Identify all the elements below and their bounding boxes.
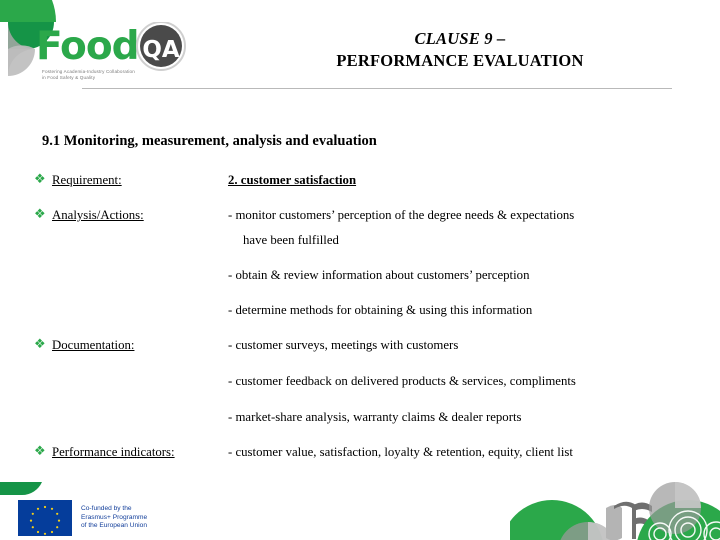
slide-title: CLAUSE 9 – PERFORMANCE EVALUATION: [240, 28, 680, 72]
slide-content: 9.1 Monitoring, measurement, analysis an…: [0, 96, 720, 459]
header-divider-rule: [82, 88, 672, 89]
logo-tagline-line-2: in Food Safety & Quality: [42, 75, 96, 81]
foodqa-logo-wordmark: Food QA: [36, 22, 186, 71]
row-value: - customer feedback on delivered product…: [228, 374, 576, 388]
slide-footer: Co-funded by the Erasmus+ Programme of t…: [0, 456, 720, 540]
slide-title-line-2: PERFORMANCE EVALUATION: [336, 51, 584, 70]
f-monogram-icon: [606, 501, 652, 540]
row-value: - determine methods for obtaining & usin…: [228, 303, 533, 317]
row-value: - monitor customers’ perception of the d…: [228, 208, 575, 222]
row-value: have been fulfilled: [243, 233, 339, 247]
eu-funding-line-3: of the European Union: [81, 522, 147, 530]
row-value: - market-share analysis, warranty claims…: [228, 410, 522, 424]
bottom-right-shape-svg: [501, 482, 720, 540]
eu-funding-line-1: Co-funded by the: [81, 505, 132, 513]
row-label: Analysis/Actions:: [52, 208, 144, 222]
slide-title-line-1: CLAUSE 9 –: [414, 29, 506, 48]
slide-header: Food QA Fostering Academia-Industry Coll…: [0, 0, 720, 96]
row-value: - obtain & review information about cust…: [228, 268, 530, 282]
bullet-diamond-icon: ❖: [34, 172, 46, 187]
bullet-diamond-icon: ❖: [34, 337, 46, 352]
row-label: Documentation:: [52, 338, 135, 352]
row-label: Requirement:: [52, 173, 122, 187]
eu-flag-icon: [18, 500, 72, 536]
eu-flag-stars-svg: [29, 505, 61, 535]
decorative-graphic-bottom-right: [501, 456, 720, 540]
svg-text:QA: QA: [142, 37, 180, 63]
eu-funding-logo: Co-funded by the Erasmus+ Programme of t…: [18, 500, 178, 536]
row-value: 2. customer satisfaction: [228, 173, 357, 187]
row-value: - customer surveys, meetings with custom…: [228, 338, 459, 352]
section-heading: 9.1 Monitoring, measurement, analysis an…: [42, 133, 377, 149]
bullet-diamond-icon: ❖: [34, 207, 46, 222]
svg-text:Food: Food: [36, 24, 139, 69]
foodqa-logo: Food QA Fostering Academia-Industry Coll…: [36, 22, 226, 90]
eu-funding-text: Co-funded by the Erasmus+ Programme of t…: [81, 505, 147, 531]
eu-funding-line-2: Erasmus+ Programme: [81, 513, 148, 521]
foodqa-logo-tagline: Fostering Academia-Industry Collaboratio…: [42, 69, 224, 81]
